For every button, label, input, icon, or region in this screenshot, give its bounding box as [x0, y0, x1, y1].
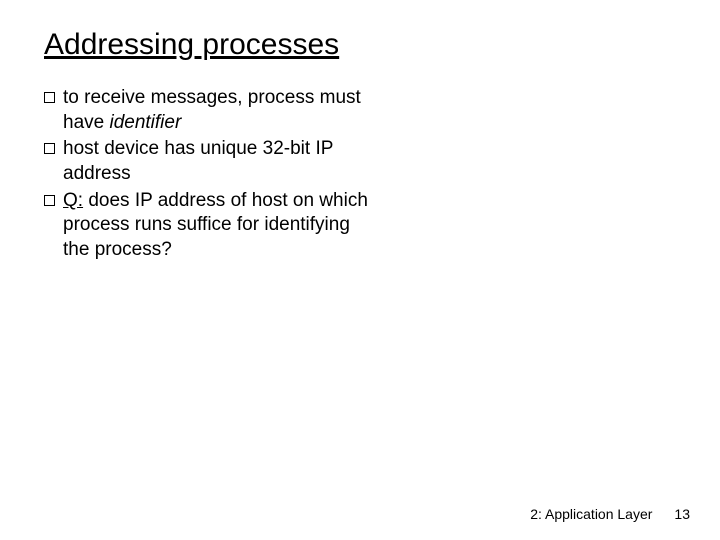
text-run: does IP address of host on which process… [63, 190, 368, 260]
square-bullet-icon [44, 92, 55, 103]
slide-footer: 2: Application Layer 13 [530, 506, 690, 522]
text-run: to receive messages, process must have [63, 87, 361, 133]
slide-title: Addressing processes [44, 28, 676, 62]
slide: Addressing processes to receive messages… [0, 0, 720, 263]
bullet-item: to receive messages, process must have i… [44, 86, 374, 135]
page-number: 13 [674, 506, 690, 522]
text-underline: Q: [63, 190, 83, 211]
bullet-item: host device has unique 32-bit IP address [44, 137, 374, 186]
bullet-text: Q: does IP address of host on which proc… [63, 189, 374, 263]
text-italic: identifier [109, 112, 181, 133]
square-bullet-icon [44, 195, 55, 206]
bullet-text: host device has unique 32-bit IP address [63, 137, 374, 186]
footer-label: 2: Application Layer [530, 506, 652, 522]
bullet-list: to receive messages, process must have i… [44, 86, 374, 263]
bullet-item: Q: does IP address of host on which proc… [44, 189, 374, 263]
bullet-text: to receive messages, process must have i… [63, 86, 374, 135]
square-bullet-icon [44, 143, 55, 154]
